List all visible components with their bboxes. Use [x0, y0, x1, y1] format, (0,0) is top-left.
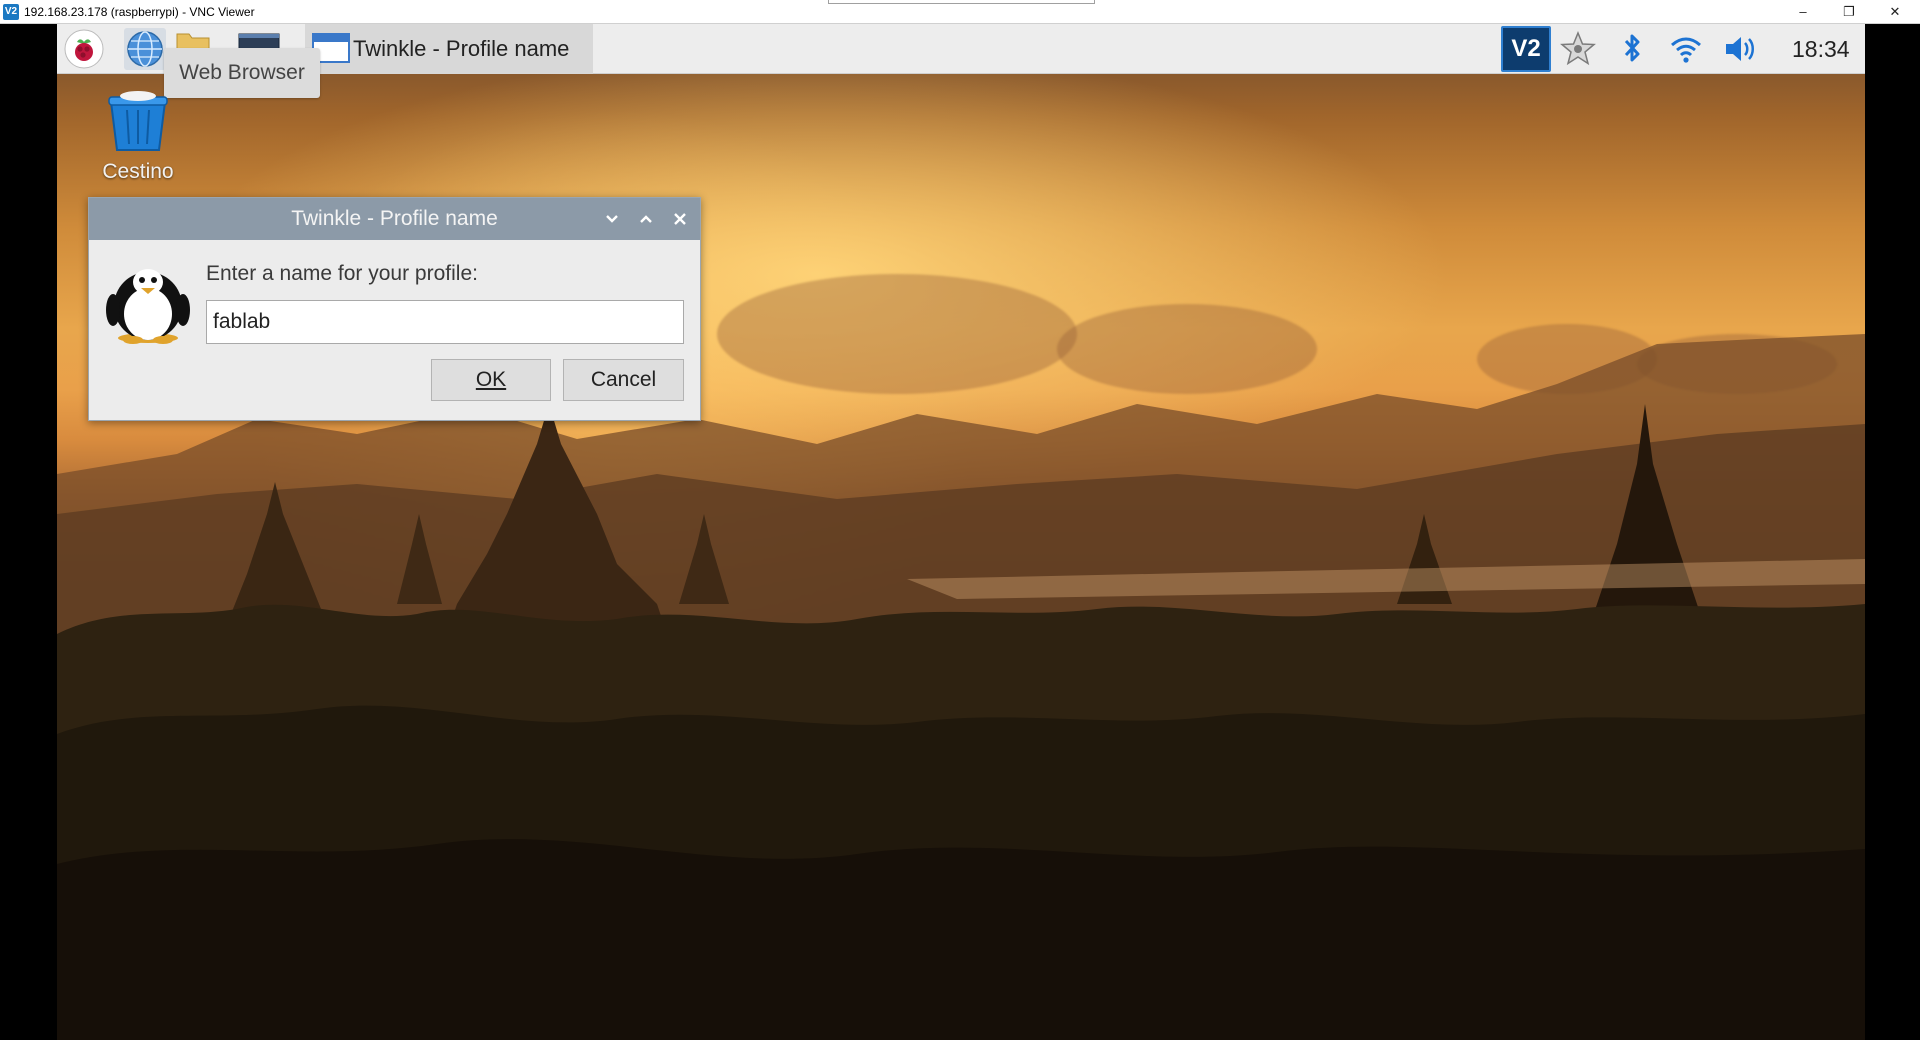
- globe-icon[interactable]: [124, 28, 166, 70]
- chevron-down-icon[interactable]: [599, 206, 625, 232]
- vnc-viewer-app-icon: V2: [3, 4, 19, 20]
- profile-name-dialog: Twinkle - Profile name Enter a name for …: [88, 197, 701, 421]
- profile-name-input[interactable]: [206, 300, 684, 344]
- bluetooth-icon[interactable]: [1613, 30, 1651, 68]
- star-icon[interactable]: [1559, 30, 1597, 68]
- window-close-button[interactable]: ✕: [1872, 0, 1918, 24]
- vnc-server-tray-icon[interactable]: V2: [1501, 26, 1551, 72]
- chevron-up-icon[interactable]: [633, 206, 659, 232]
- vnc-viewer-titlebar: V2 192.168.23.178 (raspberrypi) - VNC Vi…: [0, 0, 1920, 24]
- dialog-titlebar[interactable]: Twinkle - Profile name: [89, 198, 700, 240]
- trash-label: Cestino: [102, 160, 174, 183]
- cancel-button[interactable]: Cancel: [563, 359, 684, 401]
- taskbar: Twinkle - Profile name Web Browser V2 18…: [57, 24, 1865, 98]
- desktop-icon-trash[interactable]: Cestino: [93, 88, 183, 198]
- taskbar-item-label: Twinkle - Profile name: [353, 36, 570, 61]
- clock[interactable]: 18:34: [1792, 24, 1850, 74]
- ok-button[interactable]: OK: [431, 359, 551, 401]
- wifi-icon[interactable]: [1667, 30, 1705, 68]
- vnc-toolbar-handle[interactable]: [828, 0, 1095, 4]
- penguin-icon: [106, 269, 190, 344]
- window-minimize-button[interactable]: –: [1780, 0, 1826, 24]
- wallpaper-pagodas: [57, 404, 1865, 1040]
- vnc-window-title: 192.168.23.178 (raspberrypi) - VNC Viewe…: [24, 5, 255, 19]
- terminal-icon[interactable]: [237, 30, 281, 50]
- cancel-button-label: Cancel: [590, 368, 657, 391]
- tooltip-text: Web Browser: [179, 61, 305, 84]
- window-maximize-button[interactable]: ❐: [1826, 0, 1872, 24]
- web-browser-tooltip: Web Browser: [164, 48, 320, 98]
- folder-icon[interactable]: [175, 30, 211, 50]
- taskbar-item-twinkle[interactable]: Twinkle - Profile name: [305, 24, 593, 74]
- close-icon[interactable]: [667, 206, 693, 232]
- ok-button-label: OK: [475, 368, 507, 391]
- raspberry-menu-icon[interactable]: [63, 28, 105, 70]
- profile-name-prompt: Enter a name for your profile:: [206, 262, 478, 285]
- volume-icon[interactable]: [1721, 30, 1759, 68]
- trash-icon: [108, 91, 168, 151]
- remote-desktop[interactable]: Twinkle - Profile name Web Browser V2 18…: [57, 24, 1865, 1040]
